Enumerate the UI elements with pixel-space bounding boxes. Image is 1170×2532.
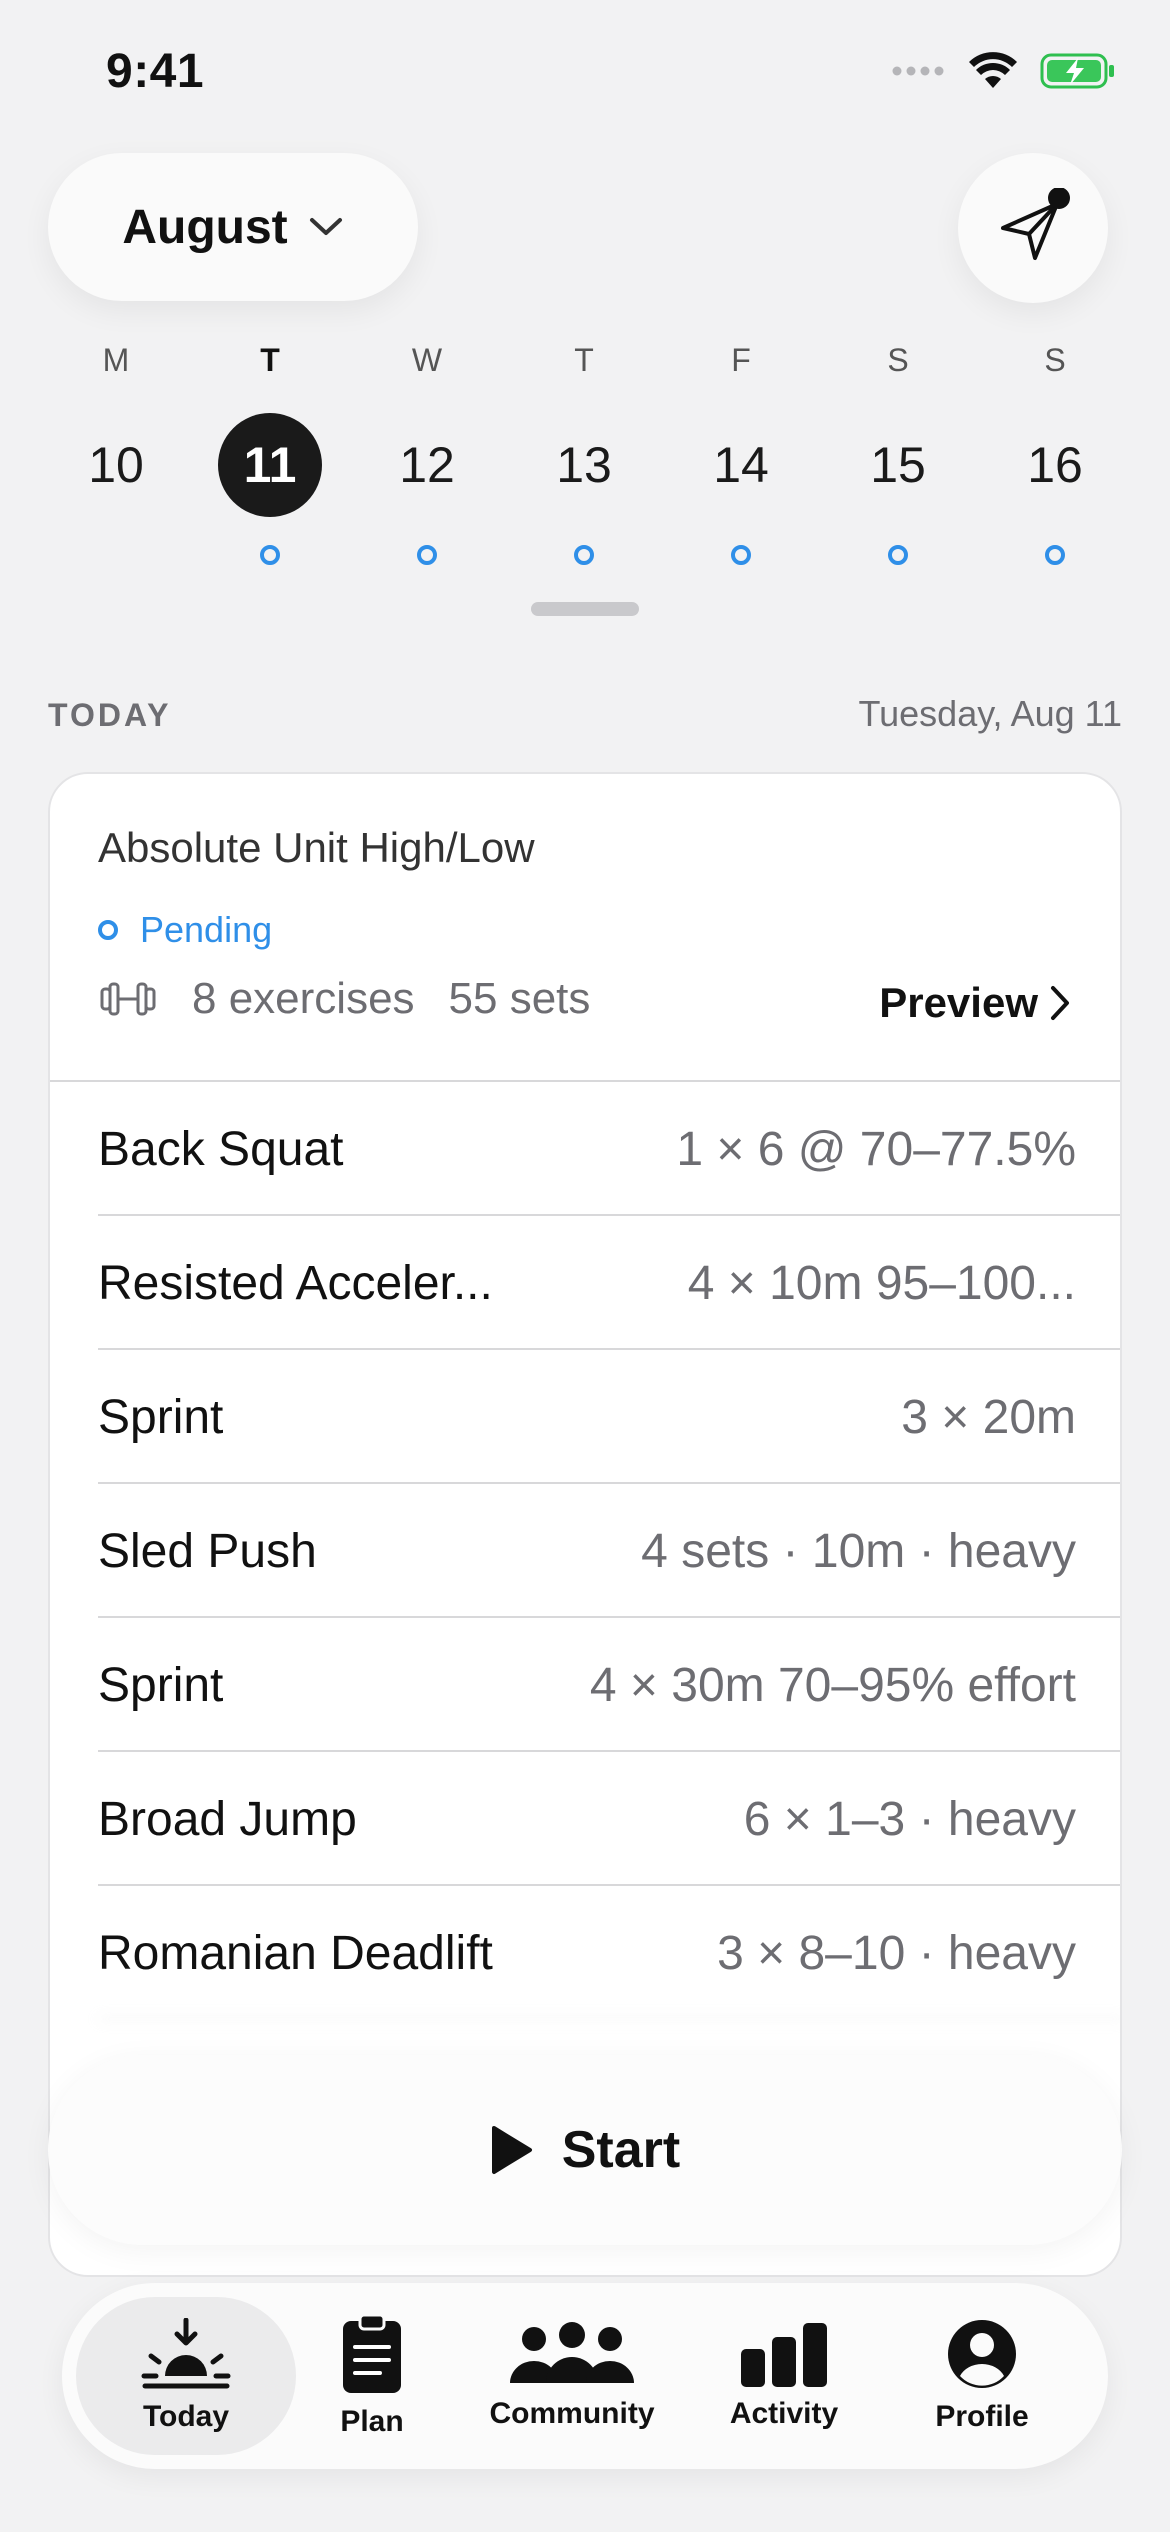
tab-bar: Today Plan Community Activity Profile: [62, 2283, 1108, 2469]
tab-label: Activity: [729, 2397, 839, 2430]
day-fri[interactable]: F 14: [671, 335, 811, 565]
exercise-name: Back Squat: [98, 1123, 344, 1176]
workout-dot: [888, 545, 908, 565]
day-sat[interactable]: S 15: [828, 335, 968, 565]
day-number: 15: [870, 437, 926, 493]
person-circle-icon: [948, 2320, 1016, 2388]
status-ring-icon: [98, 920, 118, 940]
exercise-detail: 3 × 20m: [901, 1391, 1076, 1444]
tab-community[interactable]: Community: [482, 2297, 662, 2455]
day-wed[interactable]: W 12: [357, 335, 497, 565]
exercise-row[interactable]: Sled Push 4 sets · 10m · heavy: [98, 1482, 1120, 1616]
set-count: 55 sets: [448, 974, 591, 1023]
workout-dot: [731, 545, 751, 565]
tab-label: Profile: [935, 2400, 1029, 2433]
status-time: 9:41: [106, 45, 205, 98]
day-mon[interactable]: M 10: [46, 335, 186, 517]
day-number: 13: [556, 437, 612, 493]
exercise-row[interactable]: Back Squat 1 × 6 @ 70–77.5%: [50, 1080, 1120, 1214]
tab-activity[interactable]: Activity: [714, 2297, 854, 2455]
people-icon: [510, 2322, 634, 2383]
exercise-row[interactable]: Resisted Acceler... 4 × 10m 95–100...: [98, 1214, 1120, 1348]
exercise-list: Back Squat 1 × 6 @ 70–77.5% Resisted Acc…: [50, 1080, 1120, 2152]
day-sun[interactable]: S 16: [985, 335, 1125, 565]
preview-button[interactable]: Preview: [879, 979, 1072, 1027]
dumbbell-icon: [100, 982, 156, 1016]
start-button[interactable]: Start: [48, 2055, 1122, 2245]
exercise-name: Romanian Deadlift: [98, 1927, 493, 1980]
tab-label: Plan: [340, 2405, 404, 2438]
workout-status: Pending: [98, 909, 272, 951]
exercise-name: Sprint: [98, 1659, 224, 1712]
day-letter: W: [411, 342, 443, 378]
tab-label: Today: [142, 2400, 230, 2433]
day-letter: S: [1044, 342, 1066, 378]
exercise-row[interactable]: Broad Jump 6 × 1–3 · heavy: [98, 1750, 1120, 1884]
exercise-detail: 1 × 6 @ 70–77.5%: [676, 1123, 1076, 1176]
paper-plane-icon: [1001, 188, 1070, 260]
exercise-detail: 4 × 30m 70–95% effort: [589, 1659, 1076, 1712]
battery-charging-icon: [1040, 53, 1114, 89]
exercise-name: Sprint: [98, 1391, 224, 1444]
start-label: Start: [561, 2121, 681, 2179]
screen: 9:41 August M 10 T 11 W 12 T 13 F 14 S 1…: [0, 0, 1170, 2532]
play-icon: [491, 2126, 532, 2174]
exercise-name: Broad Jump: [98, 1793, 357, 1846]
workout-card[interactable]: Absolute Unit High/Low Pending 8 exercis…: [48, 772, 1122, 2277]
tab-plan[interactable]: Plan: [314, 2297, 430, 2455]
day-number: 16: [1027, 437, 1083, 493]
month-label: August: [122, 200, 288, 254]
day-letter: T: [260, 342, 280, 378]
wifi-icon: [969, 52, 1017, 88]
signal-icon: [892, 66, 944, 76]
exercise-name: Resisted Acceler...: [98, 1257, 493, 1310]
chevron-down-icon: [309, 218, 342, 235]
workout-meta: 8 exercises 55 sets: [98, 974, 590, 1024]
day-thu[interactable]: T 13: [514, 335, 654, 565]
section-label: TODAY: [48, 697, 172, 733]
workout-dot: [574, 545, 594, 565]
section-date: Tuesday, Aug 11: [858, 693, 1122, 734]
day-letter: S: [887, 342, 909, 378]
status-text: Pending: [140, 909, 273, 950]
exercise-count: 8 exercises: [192, 974, 415, 1023]
day-letter: F: [731, 342, 751, 378]
bar-chart-icon: [741, 2323, 827, 2387]
exercise-detail: 6 × 1–3 · heavy: [743, 1793, 1076, 1846]
exercise-row[interactable]: Romanian Deadlift 3 × 8–10 · heavy: [98, 1884, 1120, 2018]
workout-dot: [1045, 545, 1065, 565]
week-strip: M 10 T 11 W 12 T 13 F 14 S 15 S 16: [0, 335, 1170, 565]
clipboard-icon: [343, 2313, 401, 2393]
send-button[interactable]: [958, 153, 1108, 303]
tab-profile[interactable]: Profile: [912, 2297, 1052, 2455]
exercise-row[interactable]: Sprint 4 × 30m 70–95% effort: [98, 1616, 1120, 1750]
sunrise-icon: [141, 2318, 231, 2389]
chevron-right-icon: [1051, 986, 1069, 1020]
workout-dot: [417, 545, 437, 565]
day-letter: M: [102, 342, 130, 378]
tab-today[interactable]: Today: [76, 2297, 296, 2455]
tab-label: Community: [489, 2397, 655, 2430]
drag-handle[interactable]: [531, 602, 639, 616]
exercise-detail: 4 × 10m 95–100...: [687, 1257, 1076, 1310]
workout-title: Absolute Unit High/Low: [98, 824, 535, 871]
preview-label: Preview: [879, 979, 1038, 1026]
exercise-name: Sled Push: [98, 1525, 317, 1578]
day-letter: T: [574, 342, 594, 378]
exercise-detail: 3 × 8–10 · heavy: [717, 1927, 1076, 1980]
day-number: 14: [713, 437, 769, 493]
day-number: 12: [399, 437, 455, 493]
month-selector[interactable]: August: [48, 153, 418, 301]
day-number: 11: [218, 413, 322, 517]
day-number: 10: [88, 437, 144, 493]
exercise-row[interactable]: Sprint 3 × 20m: [98, 1348, 1120, 1482]
status-icons: [892, 52, 1116, 90]
exercise-detail: 4 sets · 10m · heavy: [641, 1525, 1076, 1578]
day-tue-selected[interactable]: T 11: [200, 335, 340, 565]
workout-dot: [260, 545, 280, 565]
